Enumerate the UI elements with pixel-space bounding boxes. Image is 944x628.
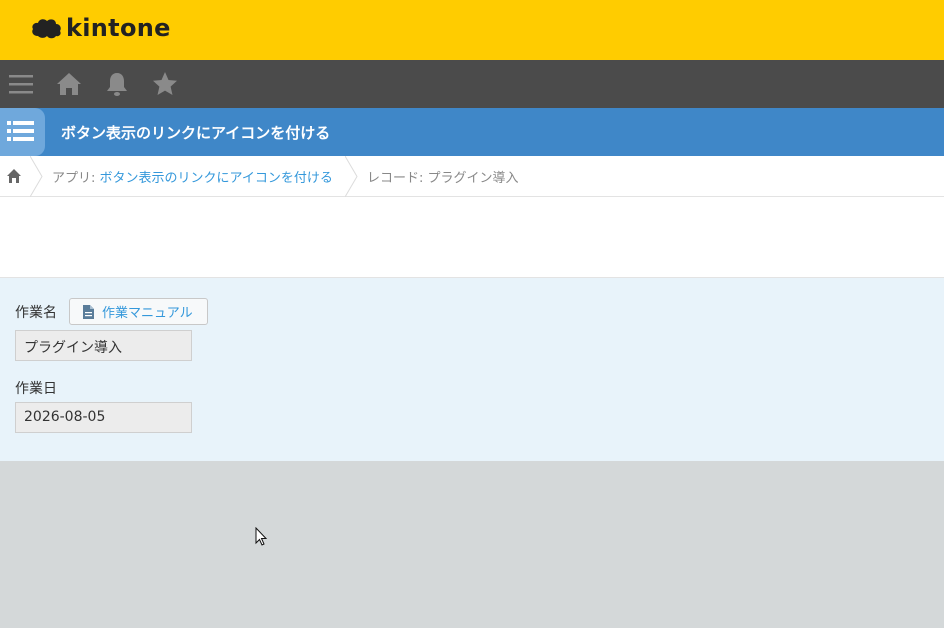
task-date-value: 2026-08-05 bbox=[15, 402, 192, 433]
breadcrumb-app-prefix: アプリ: bbox=[52, 171, 100, 186]
record-form: 作業名 作業マニュアル プラグイン導入 作業日 2026-08-05 bbox=[0, 278, 944, 461]
menu-icon[interactable] bbox=[8, 71, 34, 97]
task-manual-label: 作業マニュアル bbox=[102, 306, 193, 321]
star-icon[interactable] bbox=[152, 71, 178, 97]
task-name-label: 作業名 bbox=[15, 305, 57, 321]
breadcrumb-home-icon[interactable] bbox=[6, 168, 22, 184]
task-name-value: プラグイン導入 bbox=[15, 330, 192, 361]
breadcrumb-app: アプリ: ボタン表示のリンクにアイコンを付ける bbox=[52, 167, 333, 186]
breadcrumb-separator-icon bbox=[345, 156, 358, 197]
bell-icon[interactable] bbox=[104, 71, 130, 97]
breadcrumb-app-link[interactable]: ボタン表示のリンクにアイコンを付ける bbox=[100, 171, 333, 186]
cloud-logo-icon bbox=[32, 19, 61, 39]
logo-text: kintone bbox=[66, 14, 171, 42]
list-icon bbox=[7, 121, 34, 141]
mouse-cursor-icon bbox=[255, 527, 268, 546]
breadcrumb-separator-icon bbox=[30, 156, 43, 197]
breadcrumb: アプリ: ボタン表示のリンクにアイコンを付ける レコード: プラグイン導入 bbox=[0, 156, 944, 197]
kintone-logo[interactable]: kintone bbox=[30, 12, 171, 44]
home-icon[interactable] bbox=[56, 71, 82, 97]
app-header: ボタン表示のリンクにアイコンを付ける bbox=[0, 108, 944, 156]
app-list-button[interactable] bbox=[0, 108, 45, 156]
app-title[interactable]: ボタン表示のリンクにアイコンを付ける bbox=[61, 122, 330, 143]
task-date-label: 作業日 bbox=[15, 381, 57, 397]
document-icon bbox=[83, 304, 94, 319]
breadcrumb-record: レコード: プラグイン導入 bbox=[367, 171, 519, 186]
global-nav-bar bbox=[0, 60, 944, 108]
record-toolbar-area bbox=[0, 197, 944, 278]
task-manual-button[interactable]: 作業マニュアル bbox=[69, 298, 208, 325]
kintone-header: kintone bbox=[0, 0, 944, 60]
